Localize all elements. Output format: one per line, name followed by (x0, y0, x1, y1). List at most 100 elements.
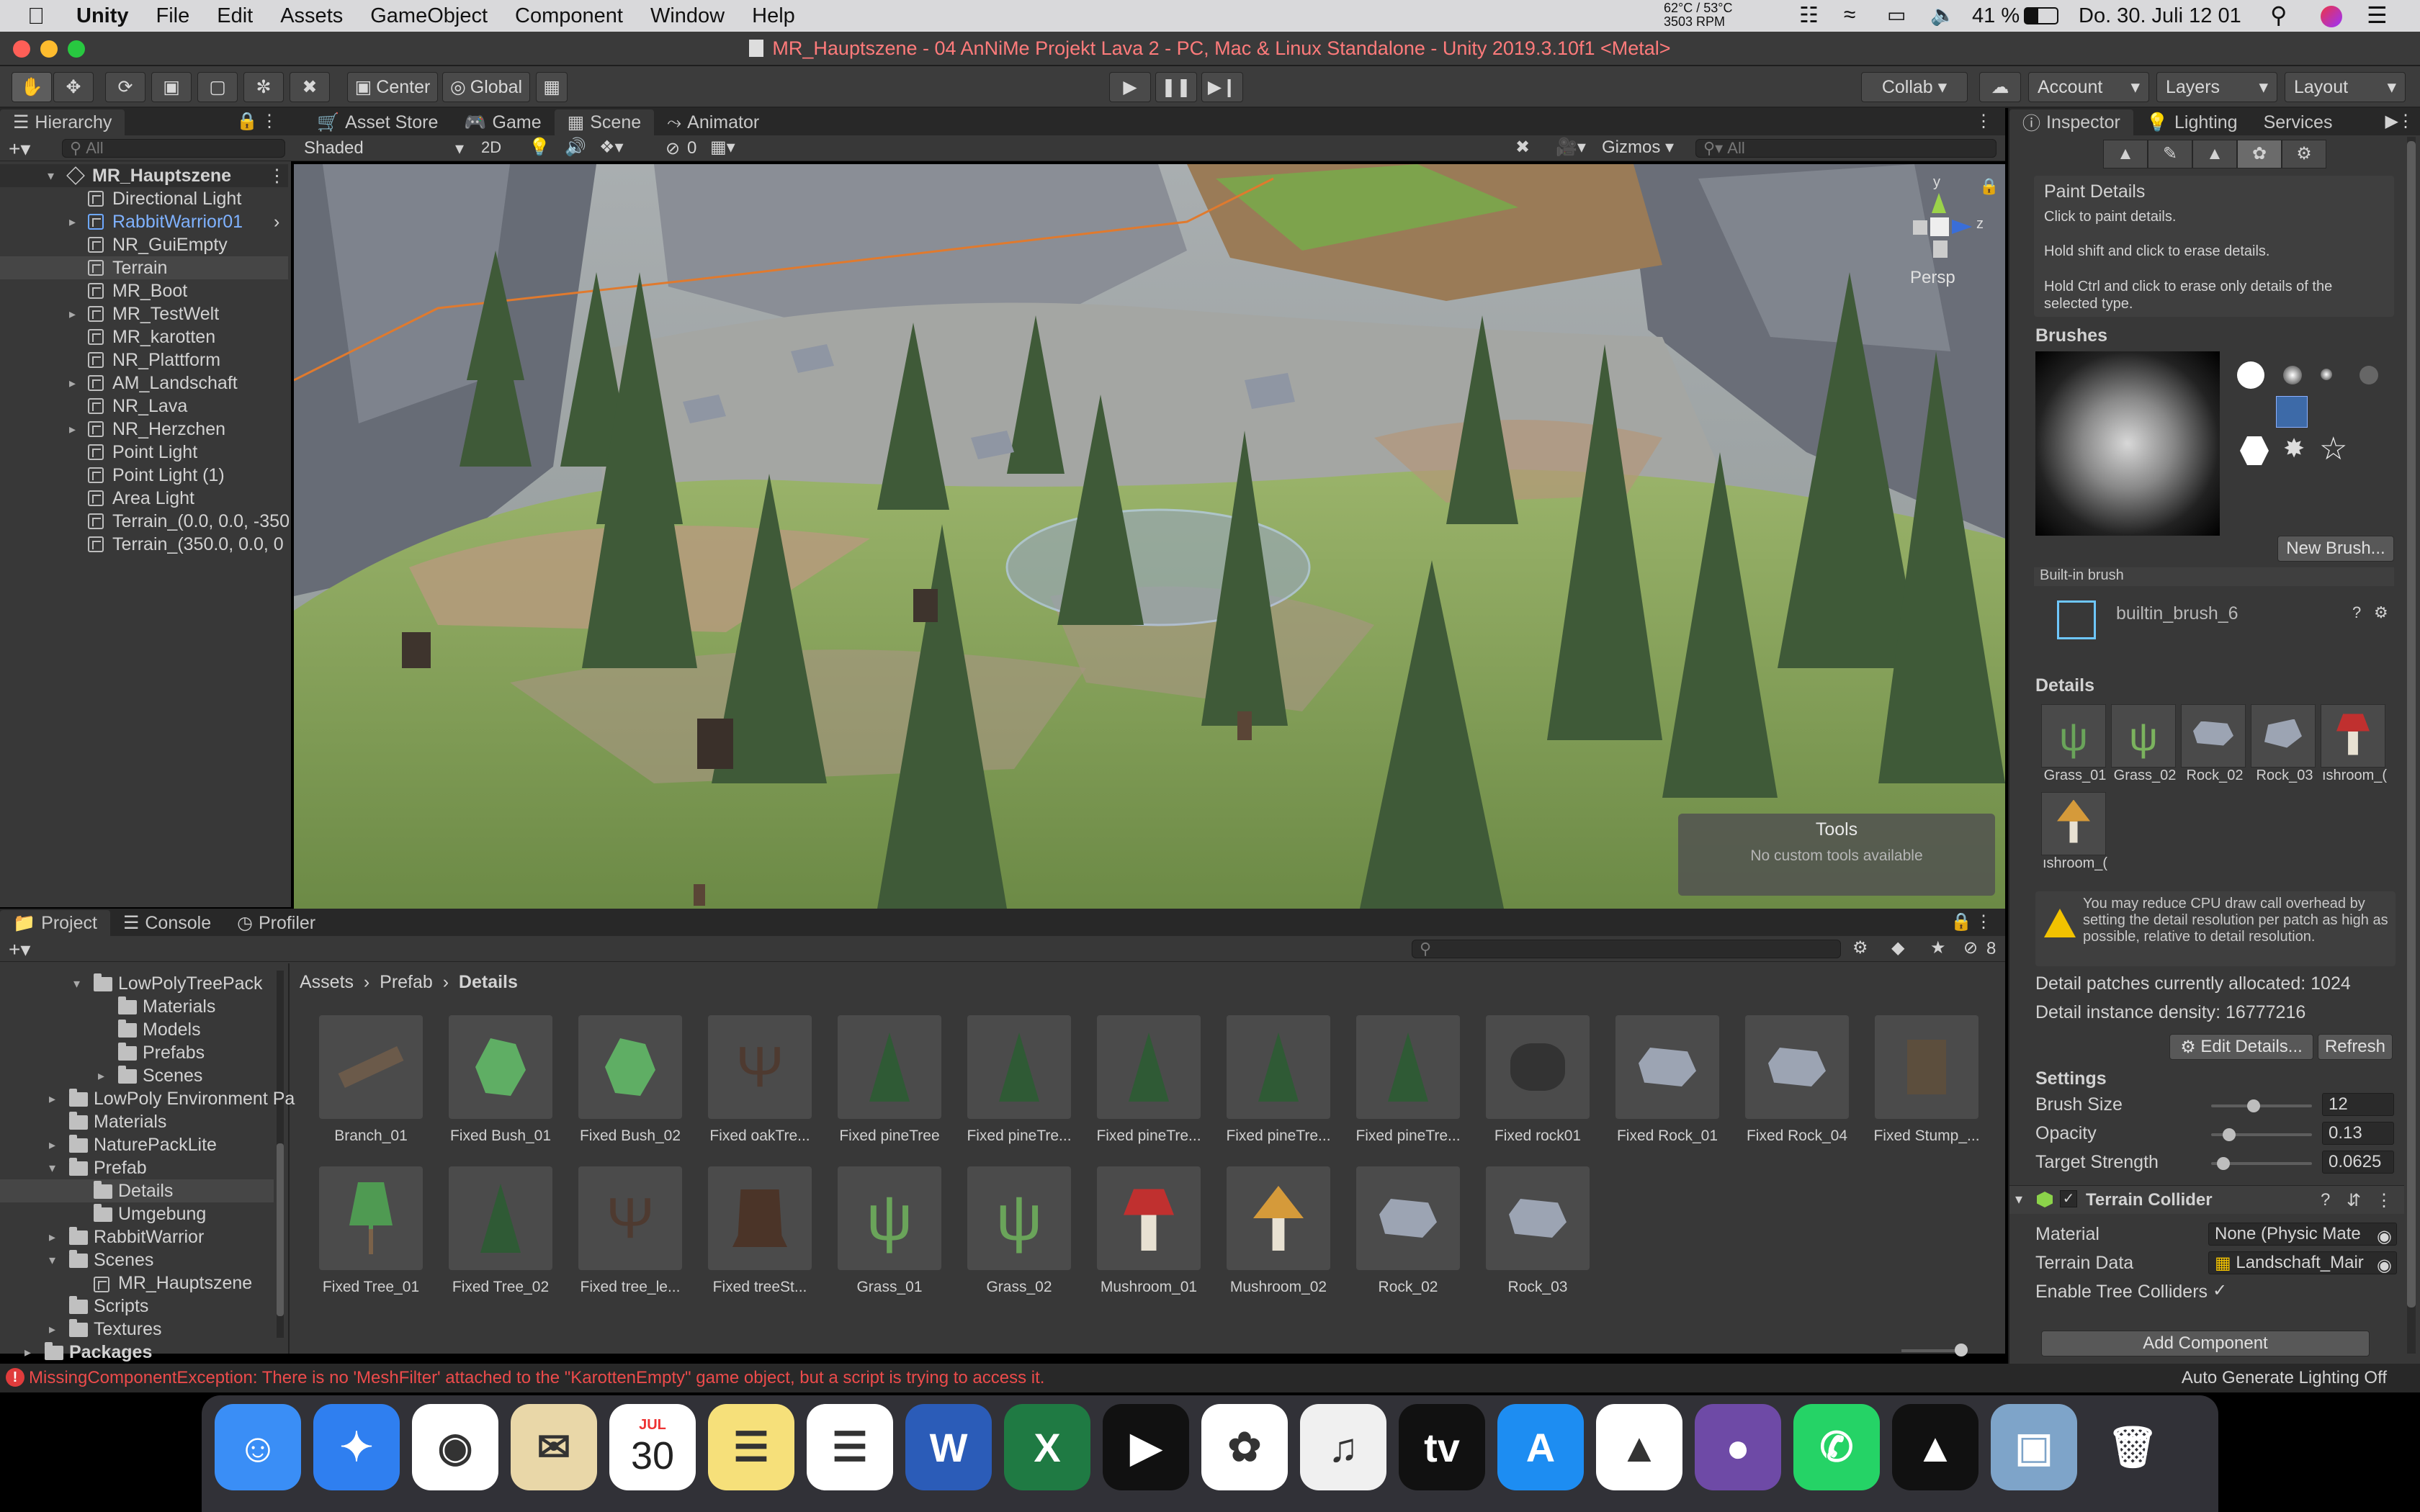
asset-tile[interactable]: Ψ Fixed tree_le... (576, 1166, 684, 1296)
transform-tool-icon[interactable]: ✼ (243, 72, 284, 102)
account-dropdown[interactable]: Account ▾ (2028, 72, 2149, 102)
spotlight-search-icon[interactable]: ⚲ (2270, 1, 2287, 29)
project-tree-item[interactable]: ▸ NaturePackLite (0, 1133, 274, 1156)
filter-type-icon[interactable]: ⚙ (1852, 937, 1868, 958)
project-create-icon[interactable]: +▾ (9, 937, 30, 961)
error-message[interactable]: MissingComponentException: There is no '… (29, 1368, 1044, 1388)
breadcrumb-prefab[interactable]: Prefab (380, 972, 433, 993)
tools-toggle-icon[interactable]: ✖ (1515, 137, 1530, 158)
unity-hub-icon[interactable]: ▲ (1596, 1404, 1682, 1490)
asset-tile[interactable]: Fixed pineTre... (1095, 1015, 1203, 1145)
cloud-icon[interactable]: ☁ (1979, 72, 2021, 102)
finder-icon[interactable]: ☺ (215, 1404, 301, 1490)
trash-icon[interactable]: 🗑 (2089, 1404, 2176, 1490)
brush-help-icon[interactable]: ? (2352, 603, 2361, 622)
brush-hexagon-icon[interactable] (2240, 436, 2269, 465)
project-tree-item[interactable]: ▾ Scenes (0, 1248, 274, 1272)
lighting-toggle-icon[interactable]: 💡 (529, 137, 550, 158)
collider-enabled-checkbox[interactable]: ✓ (2060, 1190, 2077, 1207)
project-tree-item[interactable]: Scripts (0, 1295, 274, 1318)
paint-terrain-icon[interactable]: ✎ (2148, 140, 2192, 168)
minimize-window-button[interactable] (40, 40, 58, 58)
project-tree-item[interactable]: MR_Hauptszene (0, 1272, 274, 1295)
tab-profiler[interactable]: ◷ Profiler (224, 910, 328, 936)
clock[interactable]: Do. 30. Juli 12 01 (2079, 4, 2241, 28)
asset-tile[interactable]: ψ Grass_02 (965, 1166, 1073, 1296)
add-component-button[interactable]: Add Component (2041, 1331, 2370, 1356)
asset-tile[interactable]: ψ Grass_01 (835, 1166, 944, 1296)
hierarchy-item[interactable]: ▸ AM_Landschaft (0, 372, 288, 395)
detail-item[interactable]: Rock_03 (2251, 704, 2316, 783)
opacity-knob[interactable] (2223, 1128, 2236, 1141)
tab-services[interactable]: Services (2251, 109, 2346, 135)
menu-component[interactable]: Component (515, 4, 623, 28)
music-icon[interactable]: ♫ (1300, 1404, 1386, 1490)
excel-icon[interactable]: X (1004, 1404, 1090, 1490)
project-tree-item[interactable]: ▸ Packages (0, 1341, 274, 1364)
effects-toggle-icon[interactable]: ❖▾ (599, 137, 624, 158)
menu-edit[interactable]: Edit (217, 4, 253, 28)
scene-search-input[interactable]: ⚲▾ All (1695, 139, 1996, 158)
tab-hierarchy[interactable]: ☰ Hierarchy (0, 109, 125, 135)
temp-monitor[interactable]: 62°C / 53°C 3503 RPM (1664, 1, 1732, 29)
tab-asset-store[interactable]: 🛒 Asset Store (304, 109, 451, 135)
target-strength-field[interactable]: 0.0625 (2322, 1151, 2394, 1174)
collider-preset-icon[interactable]: ⇵ (2347, 1190, 2361, 1211)
audio-toggle-icon[interactable]: 🔊 (565, 137, 586, 158)
grid-toggle-icon[interactable]: ▦▾ (710, 137, 735, 158)
lock-icon[interactable]: 🔒 (236, 111, 258, 132)
orientation-gizmo[interactable]: y z Persp (1893, 174, 1994, 297)
camera-settings-icon[interactable]: 🎥▾ (1556, 137, 1586, 158)
collider-help-icon[interactable]: ? (2321, 1190, 2330, 1210)
pivot-toggle[interactable]: ▣ Center (347, 72, 438, 102)
expand-arrow-icon[interactable]: ▸ (69, 376, 82, 391)
tab-scene[interactable]: ▦ Scene (554, 109, 655, 135)
asset-tile[interactable]: Mushroom_01 (1095, 1166, 1203, 1296)
menu-gameobject[interactable]: GameObject (370, 4, 488, 28)
inspector-scrollbar[interactable] (2407, 137, 2416, 1354)
project-tree-item[interactable]: Details (0, 1179, 274, 1202)
brush-size-field[interactable]: 12 (2322, 1093, 2394, 1116)
hierarchy-item[interactable]: Terrain_(350.0, 0.0, 0 (0, 533, 288, 556)
project-tree-item[interactable]: Umgebung (0, 1202, 274, 1225)
hidden-objects-icon[interactable]: ⊘ (666, 138, 680, 159)
scene-more-icon[interactable]: ⋮ (1975, 111, 1992, 132)
battery-icon[interactable] (2024, 7, 2058, 24)
collider-menu-icon[interactable]: ⋮ (2375, 1190, 2393, 1211)
more-menu-icon[interactable]: ⋮ (261, 111, 278, 132)
target-strength-knob[interactable] (2217, 1157, 2230, 1170)
asset-tile[interactable]: Fixed Rock_01 (1613, 1015, 1721, 1145)
asset-tile[interactable]: Fixed Rock_04 (1743, 1015, 1851, 1145)
asset-tile[interactable]: Fixed Bush_02 (576, 1015, 684, 1145)
hierarchy-item[interactable]: NR_GuiEmpty (0, 233, 288, 256)
tree-expand-icon[interactable]: ▾ (73, 976, 86, 991)
breadcrumb-assets[interactable]: Assets (300, 972, 354, 993)
detail-item[interactable]: Rock_02 (2181, 704, 2246, 783)
wifi-icon[interactable]: ≈ (1844, 3, 1855, 27)
paint-details-icon[interactable]: ✿ (2237, 140, 2282, 168)
tree-expand-icon[interactable]: ▸ (49, 1138, 62, 1153)
breadcrumb-details[interactable]: Details (459, 972, 518, 993)
airplay-icon[interactable]: ▭ (1887, 3, 1906, 27)
layers-dropdown[interactable]: Layers ▾ (2156, 72, 2277, 102)
projection-label[interactable]: Persp (1910, 268, 1955, 288)
gizmo-neg-y-axis[interactable] (1933, 240, 1948, 258)
menu-window[interactable]: Window (650, 4, 725, 28)
project-search-input[interactable]: ⚲ (1412, 940, 1841, 958)
brush-noise-icon[interactable] (2360, 366, 2378, 384)
tab-inspector[interactable]: ⓘ Inspector (2009, 109, 2133, 135)
safari-icon[interactable]: ✦ (313, 1404, 400, 1490)
project-tree-item[interactable]: Models (0, 1018, 274, 1041)
tab-lighting[interactable]: 💡 Lighting (2133, 109, 2251, 135)
scene-viewport[interactable]: y z Persp 🔒 Tools No custom tools availa… (294, 164, 2005, 909)
detail-item[interactable]: ψ Grass_01 (2041, 704, 2106, 783)
project-tree-item[interactable]: Materials (0, 1110, 274, 1133)
scene-root[interactable]: ▾ MR_Hauptszene ⋮ (0, 164, 288, 187)
edit-details-button[interactable]: ⚙ Edit Details... (2169, 1034, 2313, 1060)
shading-dropdown[interactable]: Shaded ▾ (297, 137, 471, 160)
favorite-icon[interactable]: ★ (1930, 937, 1946, 958)
asset-tile[interactable]: Fixed pineTree (835, 1015, 944, 1145)
hierarchy-item[interactable]: Directional Light (0, 187, 288, 210)
tree-expand-icon[interactable]: ▸ (49, 1322, 62, 1337)
menu-extra-icon[interactable]: ☷ (1799, 3, 1819, 28)
